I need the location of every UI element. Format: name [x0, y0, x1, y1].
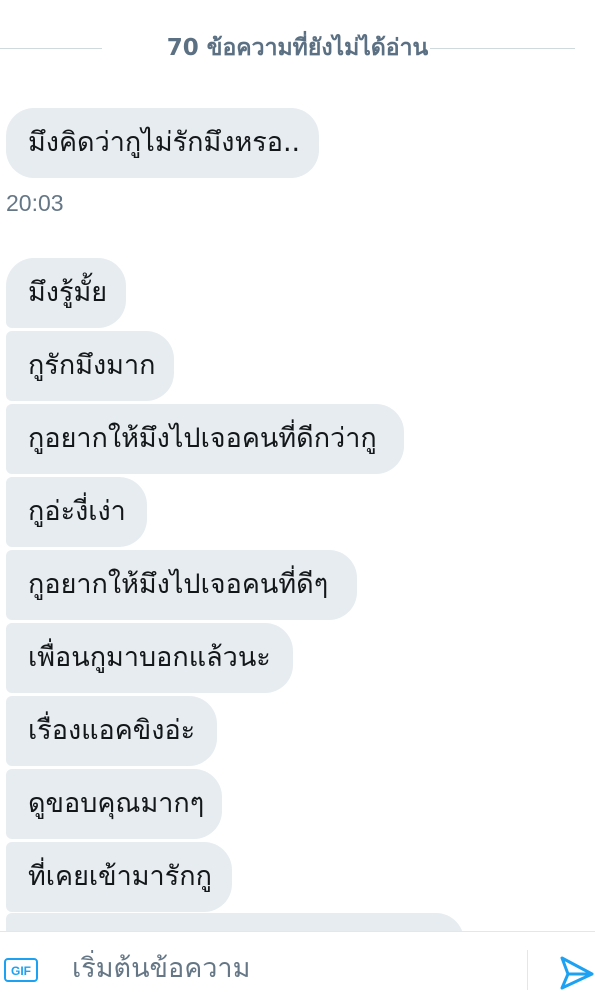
gif-button[interactable]: GIF: [4, 958, 38, 982]
message-bubble[interactable]: กูอยากให้มึงไปเจอคนที่ดีๆ: [6, 550, 357, 620]
message-bubble[interactable]: เพื่อนกูมาบอกแล้วนะ: [6, 623, 293, 693]
message-text: ดูขอบคุณมากๆ: [28, 788, 205, 819]
unread-divider: 70 ข้อความที่ยังไม่ได้อ่าน: [0, 26, 595, 70]
send-icon: [560, 956, 594, 990]
message-text: กูอยากให้มึงไปเจอคนที่ดีๆ: [28, 569, 329, 600]
unread-count-label: 70 ข้อความที่ยังไม่ได้อ่าน: [166, 35, 429, 61]
message-text: กูรักมึงมาก: [28, 350, 156, 381]
message-composer: GIF: [0, 931, 595, 990]
message-text: มึงรู้มั้ย: [28, 277, 108, 308]
divider-line-right: [430, 48, 575, 49]
message-text: กูอ่ะงี่เง่า: [28, 496, 126, 527]
message-bubble[interactable]: ดูขอบคุณมากๆ: [6, 769, 222, 839]
message-bubble[interactable]: มึงรู้มั้ย: [6, 258, 126, 328]
message-text: กูอยากให้มึงไปเจอคนที่ดีกว่ากู: [28, 423, 377, 454]
send-button[interactable]: [556, 952, 595, 992]
message-bubble[interactable]: กูอยากให้มึงไปเจอคนที่ดีกว่ากู: [6, 404, 404, 474]
message-bubble[interactable]: กูรักมึงมาก: [6, 331, 174, 401]
message-bubble[interactable]: กูอ่ะงี่เง่า: [6, 477, 147, 547]
message-text: ที่เคยเข้ามารักกู: [28, 861, 212, 892]
message-text: เพื่อนกูมาบอกแล้วนะ: [28, 642, 271, 673]
message-text: มึงคิดว่ากูไม่รักมึงหรอ..: [28, 127, 301, 158]
message-timestamp: 20:03: [6, 190, 64, 216]
message-input[interactable]: [72, 950, 512, 986]
divider-line-left: [0, 48, 102, 49]
message-bubble[interactable]: ที่เคยเข้ามารักกู: [6, 842, 232, 912]
message-text: เรื่องแอคขิงอ่ะ: [28, 715, 196, 746]
composer-divider: [527, 950, 528, 990]
message-bubble[interactable]: มึงคิดว่ากูไม่รักมึงหรอ..: [6, 108, 319, 178]
message-bubble[interactable]: เรื่องแอคขิงอ่ะ: [6, 696, 217, 766]
